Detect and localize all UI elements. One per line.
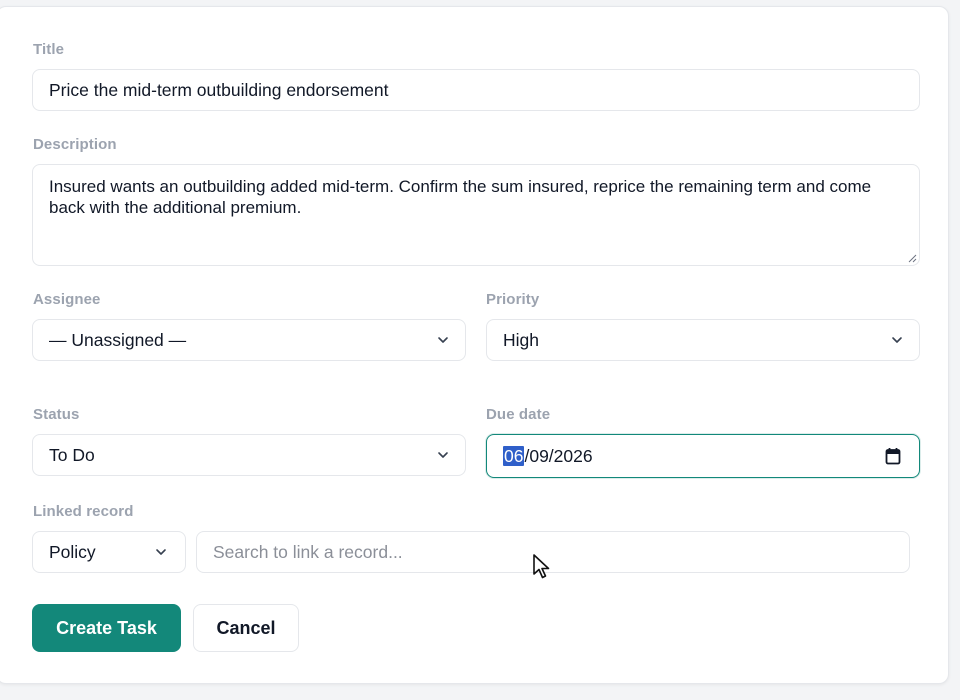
calendar-icon[interactable] xyxy=(885,447,901,465)
description-textarea-value: Insured wants an outbuilding added mid-t… xyxy=(49,177,872,217)
priority-label: Priority xyxy=(486,291,540,308)
mouse-cursor-icon xyxy=(533,554,550,579)
resize-grip-icon[interactable] xyxy=(907,253,917,263)
description-label: Description xyxy=(33,136,117,153)
priority-select[interactable]: High xyxy=(486,319,920,361)
due-date-label: Due date xyxy=(486,406,551,423)
linked-record-type-value: Policy xyxy=(49,541,96,562)
title-input-value: Price the mid-term outbuilding endorseme… xyxy=(49,79,389,100)
status-select-value: To Do xyxy=(49,444,95,465)
chevron-down-icon xyxy=(438,337,448,343)
title-input[interactable]: Price the mid-term outbuilding endorseme… xyxy=(32,69,920,111)
chevron-down-icon xyxy=(156,549,166,555)
due-date-month-segment[interactable]: 06 xyxy=(503,445,525,466)
due-date-day-year-segment[interactable]: /09/2026 xyxy=(524,446,592,466)
assignee-select[interactable]: — Unassigned — xyxy=(32,319,466,361)
linked-record-label: Linked record xyxy=(33,503,134,520)
status-select[interactable]: To Do xyxy=(32,434,466,476)
assignee-select-value: — Unassigned — xyxy=(49,329,187,350)
due-date-input[interactable]: 06/09/2026 xyxy=(486,434,920,478)
priority-select-value: High xyxy=(503,329,539,350)
cancel-button[interactable]: Cancel xyxy=(193,604,299,652)
status-label: Status xyxy=(33,406,80,423)
create-task-button[interactable]: Create Task xyxy=(32,604,181,652)
due-date-value: 06/09/2026 xyxy=(503,445,593,467)
title-label: Title xyxy=(33,41,65,58)
chevron-down-icon xyxy=(892,337,902,343)
linked-record-search-placeholder: Search to link a record... xyxy=(213,541,403,562)
assignee-label: Assignee xyxy=(33,291,101,308)
linked-record-type-select[interactable]: Policy xyxy=(32,531,186,573)
linked-record-search-input[interactable]: Search to link a record... xyxy=(196,531,910,573)
description-textarea[interactable]: Insured wants an outbuilding added mid-t… xyxy=(32,164,920,266)
chevron-down-icon xyxy=(438,452,448,458)
